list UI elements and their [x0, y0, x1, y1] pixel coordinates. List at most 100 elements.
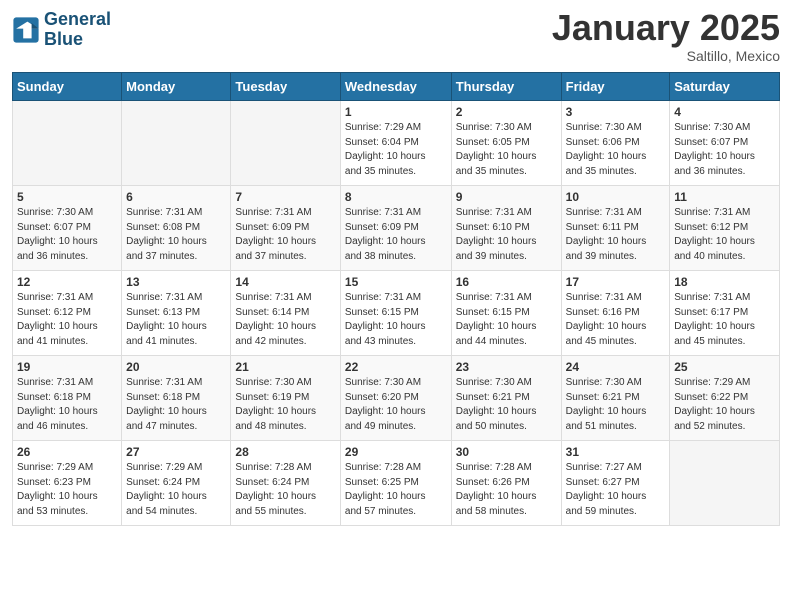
day-cell: 14Sunrise: 7:31 AMSunset: 6:14 PMDayligh…	[231, 271, 340, 356]
day-cell: 17Sunrise: 7:31 AMSunset: 6:16 PMDayligh…	[561, 271, 670, 356]
calendar-header: SundayMondayTuesdayWednesdayThursdayFrid…	[13, 73, 780, 101]
day-cell: 4 Sunrise: 7:30 AMSunset: 6:07 PMDaylight…	[670, 101, 780, 186]
day-cell: 22 Sunrise: 7:30 AMSunset: 6:20 PMDayligh…	[340, 356, 451, 441]
day-cell: 13 Sunrise: 7:31 AMSunset: 6:13 PMDayligh…	[122, 271, 231, 356]
day-cell: 26 Sunrise: 7:29 AMSunset: 6:23 PMDayligh…	[13, 441, 122, 526]
weekday-header-monday: Monday	[122, 73, 231, 101]
day-number: 11	[674, 190, 775, 204]
day-info: Sunrise: 7:31 AMSunset: 6:12 PMDaylight:…	[17, 291, 117, 349]
day-cell: 1 Sunrise: 7:29 AMSunset: 6:04 PMDaylight…	[340, 101, 451, 186]
logo-line2: Blue	[44, 30, 111, 50]
day-number: 28	[235, 445, 335, 459]
day-cell: 29 Sunrise: 7:28 AMSunset: 6:25 PMDayligh…	[340, 441, 451, 526]
day-number: 24	[566, 360, 666, 374]
day-number: 13	[126, 275, 226, 289]
day-cell	[122, 101, 231, 186]
day-number: 10	[566, 190, 666, 204]
day-info: Sunrise: 7:28 AMSunset: 6:24 PMDaylight:…	[235, 461, 335, 519]
day-info: Sunrise: 7:30 AMSunset: 6:07 PMDaylight:…	[674, 121, 775, 179]
day-cell: 19 Sunrise: 7:31 AMSunset: 6:18 PMDayligh…	[13, 356, 122, 441]
day-cell: 6 Sunrise: 7:31 AMSunset: 6:08 PMDaylight…	[122, 186, 231, 271]
week-row-3: 19 Sunrise: 7:31 AMSunset: 6:18 PMDayligh…	[13, 356, 780, 441]
day-number: 22	[345, 360, 447, 374]
day-info: Sunrise: 7:29 AMSunset: 6:24 PMDaylight:…	[126, 461, 226, 519]
day-number: 21	[235, 360, 335, 374]
day-cell: 24 Sunrise: 7:30 AMSunset: 6:21 PMDayligh…	[561, 356, 670, 441]
day-info: Sunrise: 7:31 AMSunset: 6:08 PMDaylight:…	[126, 206, 226, 264]
month-title: January 2025	[552, 10, 780, 46]
day-cell: 25Sunrise: 7:29 AMSunset: 6:22 PMDayligh…	[670, 356, 780, 441]
day-info: Sunrise: 7:31 AMSunset: 6:13 PMDaylight:…	[126, 291, 226, 349]
day-cell: 5Sunrise: 7:30 AMSunset: 6:07 PMDaylight…	[13, 186, 122, 271]
day-info: Sunrise: 7:31 AMSunset: 6:15 PMDaylight:…	[345, 291, 447, 349]
day-info: Sunrise: 7:31 AMSunset: 6:09 PMDaylight:…	[345, 206, 447, 264]
day-number: 27	[126, 445, 226, 459]
day-number: 4	[674, 105, 775, 119]
day-info: Sunrise: 7:30 AMSunset: 6:20 PMDaylight:…	[345, 376, 447, 434]
day-info: Sunrise: 7:30 AMSunset: 6:21 PMDaylight:…	[566, 376, 666, 434]
day-info: Sunrise: 7:30 AMSunset: 6:21 PMDaylight:…	[456, 376, 557, 434]
day-number: 18	[674, 275, 775, 289]
day-number: 16	[456, 275, 557, 289]
logo-line1: General	[44, 10, 111, 30]
day-number: 14	[235, 275, 335, 289]
day-number: 29	[345, 445, 447, 459]
day-cell: 27 Sunrise: 7:29 AMSunset: 6:24 PMDayligh…	[122, 441, 231, 526]
day-number: 26	[17, 445, 117, 459]
weekday-header-tuesday: Tuesday	[231, 73, 340, 101]
day-cell: 7 Sunrise: 7:31 AMSunset: 6:09 PMDaylight…	[231, 186, 340, 271]
day-info: Sunrise: 7:29 AMSunset: 6:23 PMDaylight:…	[17, 461, 117, 519]
day-cell: 9 Sunrise: 7:31 AMSunset: 6:10 PMDaylight…	[451, 186, 561, 271]
day-number: 6	[126, 190, 226, 204]
day-info: Sunrise: 7:30 AMSunset: 6:07 PMDaylight:…	[17, 206, 117, 264]
day-info: Sunrise: 7:31 AMSunset: 6:18 PMDaylight:…	[17, 376, 117, 434]
weekday-header-wednesday: Wednesday	[340, 73, 451, 101]
location-subtitle: Saltillo, Mexico	[552, 48, 780, 64]
title-block: January 2025 Saltillo, Mexico	[552, 10, 780, 64]
day-number: 17	[566, 275, 666, 289]
day-info: Sunrise: 7:30 AMSunset: 6:19 PMDaylight:…	[235, 376, 335, 434]
day-cell: 20Sunrise: 7:31 AMSunset: 6:18 PMDayligh…	[122, 356, 231, 441]
day-number: 7	[235, 190, 335, 204]
day-number: 20	[126, 360, 226, 374]
header: General Blue January 2025 Saltillo, Mexi…	[12, 10, 780, 64]
week-row-1: 5Sunrise: 7:30 AMSunset: 6:07 PMDaylight…	[13, 186, 780, 271]
day-cell: 30Sunrise: 7:28 AMSunset: 6:26 PMDayligh…	[451, 441, 561, 526]
day-info: Sunrise: 7:31 AMSunset: 6:17 PMDaylight:…	[674, 291, 775, 349]
day-cell: 8 Sunrise: 7:31 AMSunset: 6:09 PMDaylight…	[340, 186, 451, 271]
day-number: 8	[345, 190, 447, 204]
day-cell: 23Sunrise: 7:30 AMSunset: 6:21 PMDayligh…	[451, 356, 561, 441]
day-number: 15	[345, 275, 447, 289]
day-cell	[231, 101, 340, 186]
day-number: 12	[17, 275, 117, 289]
calendar-table: SundayMondayTuesdayWednesdayThursdayFrid…	[12, 72, 780, 526]
day-info: Sunrise: 7:31 AMSunset: 6:11 PMDaylight:…	[566, 206, 666, 264]
day-number: 25	[674, 360, 775, 374]
day-cell: 31Sunrise: 7:27 AMSunset: 6:27 PMDayligh…	[561, 441, 670, 526]
day-number: 3	[566, 105, 666, 119]
day-cell: 10 Sunrise: 7:31 AMSunset: 6:11 PMDayligh…	[561, 186, 670, 271]
day-number: 1	[345, 105, 447, 119]
day-cell: 21 Sunrise: 7:30 AMSunset: 6:19 PMDayligh…	[231, 356, 340, 441]
week-row-4: 26 Sunrise: 7:29 AMSunset: 6:23 PMDayligh…	[13, 441, 780, 526]
logo: General Blue	[12, 10, 111, 50]
day-info: Sunrise: 7:30 AMSunset: 6:06 PMDaylight:…	[566, 121, 666, 179]
day-number: 19	[17, 360, 117, 374]
logo-icon	[12, 16, 40, 44]
day-number: 2	[456, 105, 557, 119]
day-cell: 11Sunrise: 7:31 AMSunset: 6:12 PMDayligh…	[670, 186, 780, 271]
weekday-header-thursday: Thursday	[451, 73, 561, 101]
day-info: Sunrise: 7:30 AMSunset: 6:05 PMDaylight:…	[456, 121, 557, 179]
day-info: Sunrise: 7:29 AMSunset: 6:04 PMDaylight:…	[345, 121, 447, 179]
day-cell: 28 Sunrise: 7:28 AMSunset: 6:24 PMDayligh…	[231, 441, 340, 526]
day-number: 9	[456, 190, 557, 204]
week-row-2: 12 Sunrise: 7:31 AMSunset: 6:12 PMDayligh…	[13, 271, 780, 356]
day-info: Sunrise: 7:31 AMSunset: 6:09 PMDaylight:…	[235, 206, 335, 264]
day-cell	[670, 441, 780, 526]
day-info: Sunrise: 7:28 AMSunset: 6:26 PMDaylight:…	[456, 461, 557, 519]
day-info: Sunrise: 7:28 AMSunset: 6:25 PMDaylight:…	[345, 461, 447, 519]
logo-text: General Blue	[44, 10, 111, 50]
day-info: Sunrise: 7:31 AMSunset: 6:10 PMDaylight:…	[456, 206, 557, 264]
day-cell: 3 Sunrise: 7:30 AMSunset: 6:06 PMDaylight…	[561, 101, 670, 186]
weekday-header-saturday: Saturday	[670, 73, 780, 101]
